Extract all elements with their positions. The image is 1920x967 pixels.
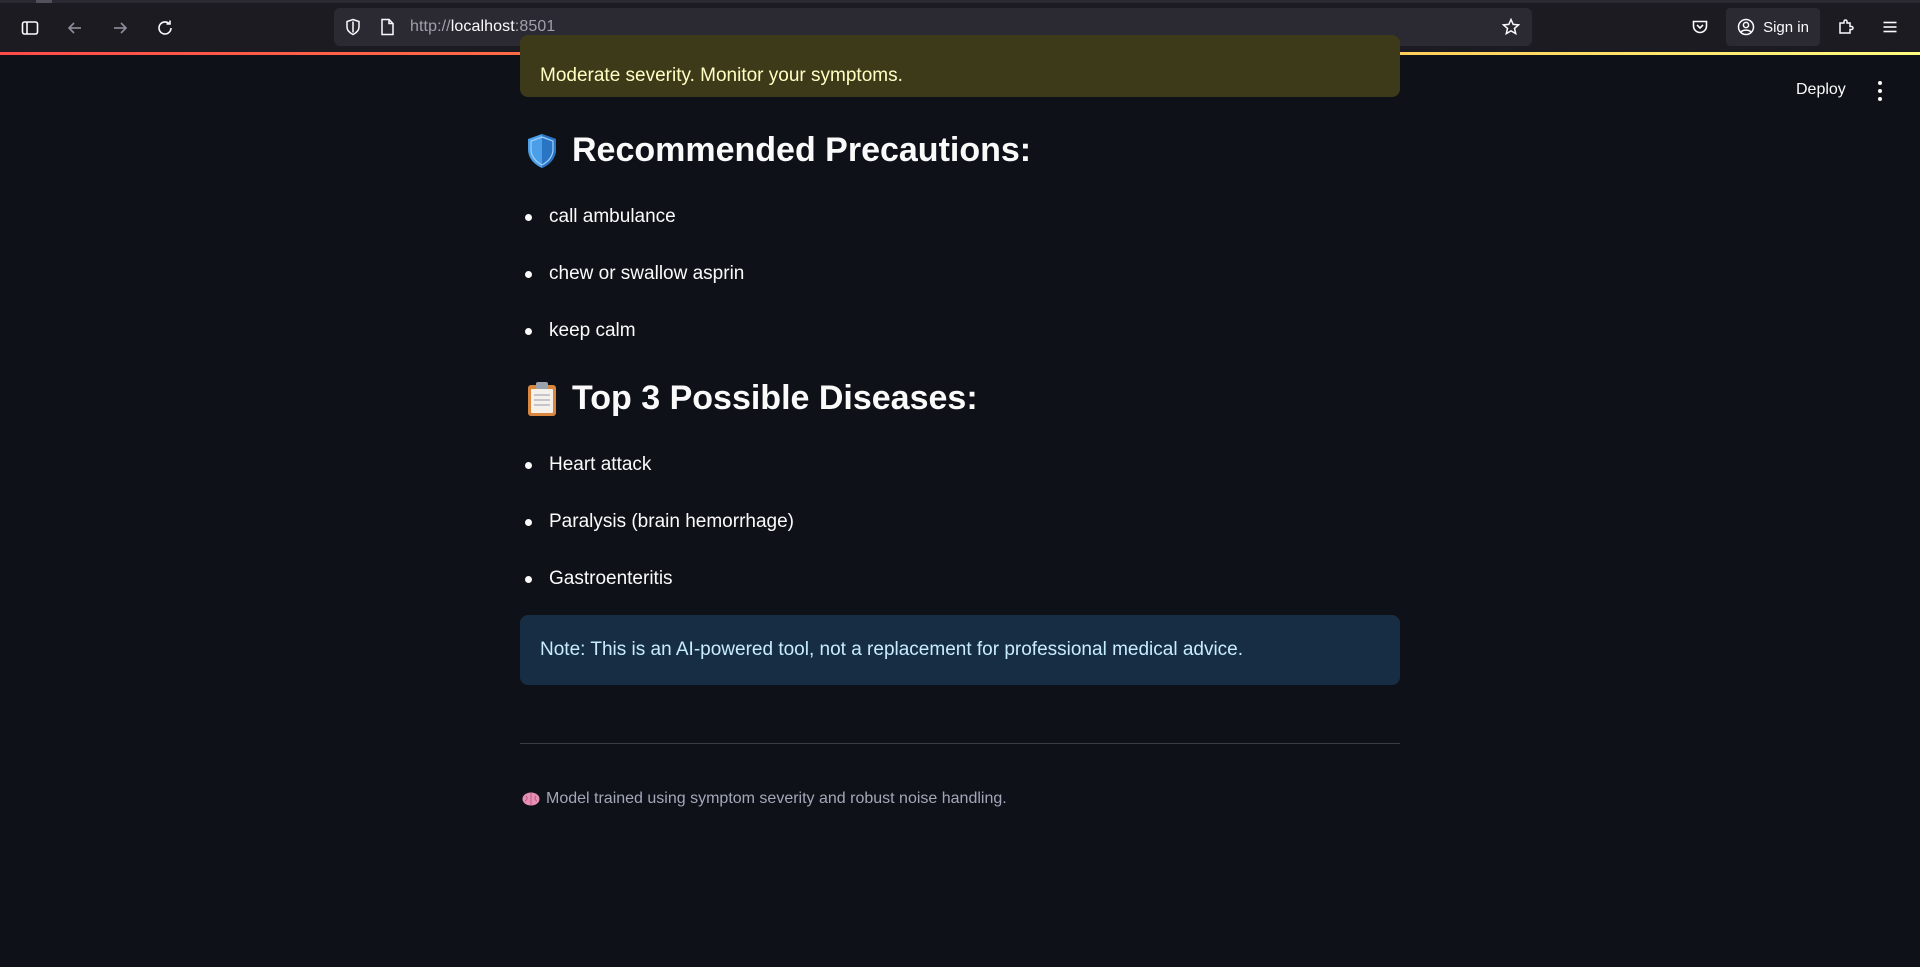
- precautions-list: call ambulance chew or swallow asprin ke…: [520, 205, 744, 376]
- precaution-item: keep calm: [520, 319, 744, 376]
- severity-warning-alert: Moderate severity. Monitor your symptoms…: [520, 35, 1400, 97]
- url-host: localhost: [450, 18, 515, 35]
- app-menu-button[interactable]: [1874, 11, 1906, 43]
- brain-icon: [522, 792, 540, 806]
- forward-button[interactable]: [104, 12, 136, 44]
- precaution-item: call ambulance: [520, 205, 744, 262]
- main-menu-button[interactable]: [1868, 77, 1892, 105]
- precautions-heading: Recommended Precautions:: [526, 131, 1031, 170]
- severity-message: Moderate severity. Monitor your symptoms…: [540, 65, 903, 86]
- account-icon: [1737, 18, 1755, 36]
- reload-button[interactable]: [149, 12, 181, 44]
- disclaimer-info-alert: Note: This is an AI-powered tool, not a …: [520, 615, 1400, 685]
- disease-item: Heart attack: [520, 453, 794, 510]
- page-icon[interactable]: [378, 18, 396, 36]
- kebab-icon: [1878, 81, 1882, 85]
- url-port: :8501: [514, 18, 556, 35]
- sidebar-icon: [21, 21, 39, 35]
- diseases-heading: Top 3 Possible Diseases:: [526, 379, 978, 418]
- precaution-item: chew or swallow asprin: [520, 262, 744, 319]
- url-text[interactable]: http://localhost:8501: [410, 18, 555, 36]
- back-button[interactable]: [59, 12, 91, 44]
- app-view: Deploy Moderate severity. Monitor your s…: [0, 35, 1920, 967]
- bookmark-star-icon[interactable]: [1502, 18, 1520, 36]
- arrow-left-icon: [67, 22, 81, 34]
- hamburger-icon: [1883, 21, 1897, 33]
- footer-caption: Model trained using symptom severity and…: [522, 790, 1007, 808]
- precautions-heading-text: Recommended Precautions:: [572, 131, 1032, 169]
- extensions-button[interactable]: [1830, 11, 1862, 43]
- shield-icon: [528, 133, 556, 168]
- tab-indicator[interactable]: [36, 0, 52, 3]
- sign-in-label: Sign in: [1763, 18, 1809, 36]
- disease-item: Paralysis (brain hemorrhage): [520, 510, 794, 567]
- clipboard-icon: [528, 381, 556, 416]
- pocket-button[interactable]: [1684, 11, 1716, 43]
- footer-caption-text: Model trained using symptom severity and…: [546, 790, 1007, 807]
- reload-icon: [158, 20, 172, 35]
- sign-in-button[interactable]: Sign in: [1726, 8, 1820, 46]
- deploy-button[interactable]: Deploy: [1784, 77, 1858, 103]
- puzzle-icon: [1839, 19, 1854, 34]
- sidebar-toggle-button[interactable]: [14, 12, 46, 44]
- pocket-icon: [1692, 20, 1708, 34]
- arrow-right-icon: [114, 22, 128, 34]
- tab-strip: [0, 0, 1920, 3]
- diseases-heading-text: Top 3 Possible Diseases:: [572, 379, 978, 417]
- shield-icon[interactable]: [344, 18, 362, 36]
- disclaimer-text: Note: This is an AI-powered tool, not a …: [540, 639, 1244, 660]
- divider: [520, 743, 1400, 744]
- url-scheme: http://: [410, 18, 451, 35]
- diseases-list: Heart attack Paralysis (brain hemorrhage…: [520, 453, 794, 624]
